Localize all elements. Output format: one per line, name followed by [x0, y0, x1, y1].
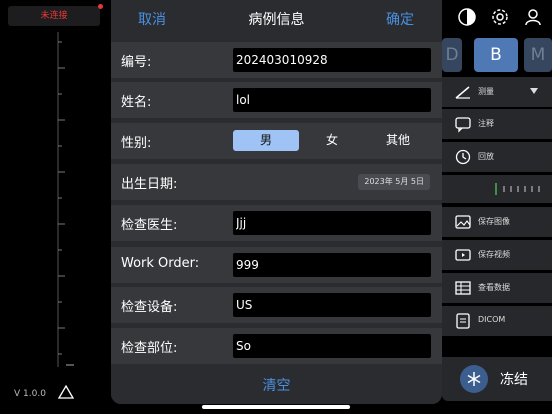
menu-view-data-label: 查看数据 — [478, 283, 510, 292]
id-label: 编号: — [121, 55, 152, 70]
gender-segmented-control: 男 女 其他 — [233, 130, 431, 151]
menu-measure[interactable]: 测量 — [442, 77, 552, 107]
version-label: V 1.0.0 — [14, 389, 46, 399]
row-birthdate: 出生日期: 2023年 5月 5日 — [111, 164, 442, 200]
chevron-down-icon[interactable] — [530, 88, 538, 94]
gender-label: 性别: — [121, 136, 152, 151]
menu-save-video-label: 保存视频 — [478, 250, 510, 259]
menu-annotate[interactable]: 注释 — [442, 109, 552, 139]
video-icon — [455, 249, 471, 261]
device-label: 检查设备: — [121, 300, 178, 315]
connection-status: 未连接 — [8, 6, 100, 26]
comment-icon — [455, 117, 471, 133]
top-icon-bar — [442, 0, 552, 34]
menu-dicom[interactable]: DICOM — [442, 306, 552, 336]
work-order-label: Work Order: — [121, 256, 200, 271]
mode-tab-b[interactable]: B — [474, 38, 518, 72]
name-label: 姓名: — [121, 95, 152, 110]
birthdate-picker[interactable]: 2023年 5月 5日 — [358, 174, 430, 190]
menu-dicom-label: DICOM — [478, 315, 506, 324]
row-gender: 性别: 男 女 其他 — [111, 123, 442, 159]
home-indicator[interactable] — [202, 405, 350, 409]
body-part-input[interactable] — [233, 334, 431, 358]
row-doctor: 检查医生: — [111, 205, 442, 241]
dicom-icon — [456, 313, 470, 329]
replay-slider[interactable] — [442, 175, 552, 203]
mode-tab-d[interactable]: D — [442, 38, 462, 72]
doctor-input[interactable] — [233, 211, 431, 235]
user-icon[interactable] — [522, 6, 544, 28]
menu-view-data[interactable]: 查看数据 — [442, 273, 552, 303]
device-input[interactable] — [233, 293, 431, 317]
alert-dot — [98, 4, 103, 9]
row-body-part: 检查部位: — [111, 328, 442, 364]
work-order-input[interactable] — [233, 253, 431, 277]
freeze-label: 冻结 — [500, 372, 528, 388]
menu-save-image-label: 保存图像 — [478, 217, 510, 226]
mode-tab-m[interactable]: M — [524, 38, 552, 72]
warning-icon[interactable] — [58, 385, 74, 399]
ruler-icon — [455, 86, 470, 99]
id-input[interactable] — [233, 48, 431, 72]
gender-option-female[interactable]: 女 — [299, 130, 365, 151]
imaging-mode-tabs: D B M — [442, 38, 552, 72]
menu-save-image[interactable]: 保存图像 — [442, 207, 552, 237]
snowflake-icon — [460, 365, 488, 393]
table-icon — [455, 281, 471, 295]
clear-button[interactable]: 清空 — [111, 368, 442, 404]
depth-scale — [57, 32, 74, 367]
menu-replay-label: 回放 — [478, 152, 494, 161]
row-id: 编号: — [111, 42, 442, 78]
gear-icon[interactable] — [489, 6, 511, 28]
freeze-button[interactable]: 冻结 — [442, 357, 552, 401]
dialog-header: 取消 病例信息 确定 — [111, 0, 442, 36]
gender-option-male[interactable]: 男 — [233, 130, 299, 151]
menu-save-video[interactable]: 保存视频 — [442, 240, 552, 270]
confirm-button[interactable]: 确定 — [386, 9, 414, 29]
replay-icon — [455, 149, 471, 165]
birthdate-label: 出生日期: — [121, 177, 178, 192]
body-part-label: 检查部位: — [121, 341, 178, 356]
row-device: 检查设备: — [111, 287, 442, 323]
row-name: 姓名: — [111, 82, 442, 118]
case-info-dialog: 取消 病例信息 确定 编号: 姓名: 性别: 男 女 其他 出生日期: 2023… — [111, 0, 442, 404]
right-control-panel: D B M 测量 注释 回放 保存图像 保存视频 查看数据 DICOM 冻结 — [442, 0, 552, 414]
menu-replay[interactable]: 回放 — [442, 142, 552, 172]
contrast-icon[interactable] — [456, 6, 478, 28]
doctor-label: 检查医生: — [121, 218, 178, 233]
menu-measure-label: 测量 — [478, 87, 494, 96]
gender-option-other[interactable]: 其他 — [365, 130, 431, 151]
name-input[interactable] — [233, 88, 431, 112]
left-image-strip: 未连接 V 1.0.0 — [0, 0, 112, 414]
image-icon — [455, 215, 471, 229]
row-work-order: Work Order: — [111, 247, 442, 283]
menu-annotate-label: 注释 — [478, 119, 494, 128]
